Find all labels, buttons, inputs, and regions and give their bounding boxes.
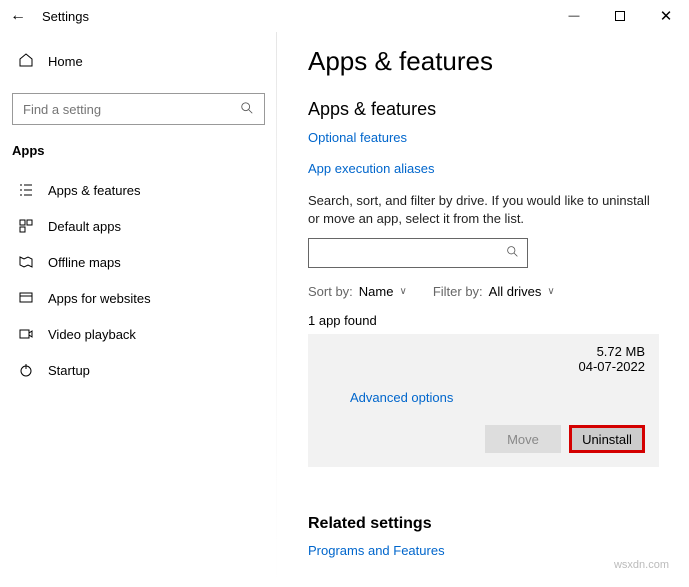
search-icon	[240, 101, 254, 118]
related-settings-title: Related settings	[308, 515, 659, 533]
sidebar-item-label: Apps for websites	[48, 291, 151, 306]
sidebar-item-video-playback[interactable]: Video playback	[8, 316, 269, 352]
link-programs-features[interactable]: Programs and Features	[308, 543, 659, 558]
list-icon	[18, 182, 34, 198]
chevron-down-icon: ∨	[547, 286, 554, 297]
sidebar-item-startup[interactable]: Startup	[8, 352, 269, 388]
app-search-input[interactable]	[317, 246, 506, 261]
section-title: Apps & features	[308, 99, 659, 120]
sidebar-item-apps-features[interactable]: Apps & features	[8, 172, 269, 208]
titlebar: ← Settings ― ✕	[0, 0, 689, 32]
sidebar-item-apps-websites[interactable]: Apps for websites	[8, 280, 269, 316]
app-button-row: Move Uninstall	[322, 425, 645, 453]
sidebar-section-label: Apps	[8, 143, 269, 172]
uninstall-button[interactable]: Uninstall	[569, 425, 645, 453]
minimize-button[interactable]: ―	[551, 0, 597, 32]
filter-label: Filter by:	[433, 284, 483, 299]
sidebar-search-input[interactable]	[23, 102, 240, 117]
sort-by-dropdown[interactable]: Sort by: Name ∨	[308, 284, 407, 299]
sidebar-item-label: Video playback	[48, 327, 136, 342]
page-title: Apps & features	[308, 46, 659, 77]
related-settings: Related settings Programs and Features	[308, 515, 659, 558]
link-advanced-options[interactable]: Advanced options	[350, 390, 453, 405]
sidebar-item-label: Offline maps	[48, 255, 121, 270]
maximize-button[interactable]	[597, 0, 643, 32]
sidebar-item-label: Default apps	[48, 219, 121, 234]
description-text: Search, sort, and filter by drive. If yo…	[308, 192, 659, 228]
sidebar-item-label: Apps & features	[48, 183, 141, 198]
app-meta: 5.72 MB 04-07-2022	[579, 344, 646, 374]
app-card-meta-row: 5.72 MB 04-07-2022	[322, 344, 645, 374]
link-app-execution-aliases[interactable]: App execution aliases	[308, 161, 659, 176]
sidebar-home[interactable]: Home	[8, 44, 269, 79]
close-button[interactable]: ✕	[643, 0, 689, 32]
titlebar-left: ← Settings	[10, 7, 89, 25]
sort-value: Name	[359, 284, 394, 299]
sidebar-item-default-apps[interactable]: Default apps	[8, 208, 269, 244]
apps-websites-icon	[18, 290, 34, 306]
window-title: Settings	[42, 9, 89, 24]
move-button[interactable]: Move	[485, 425, 561, 453]
app-search[interactable]	[308, 238, 528, 268]
window-controls: ― ✕	[551, 0, 689, 32]
startup-icon	[18, 362, 34, 378]
app-size: 5.72 MB	[579, 344, 646, 359]
apps-found-count: 1 app found	[308, 313, 659, 328]
filter-by-dropdown[interactable]: Filter by: All drives ∨	[433, 284, 555, 299]
home-icon	[18, 52, 34, 71]
watermark: wsxdn.com	[614, 559, 669, 571]
default-apps-icon	[18, 218, 34, 234]
map-icon	[18, 254, 34, 270]
sidebar-item-offline-maps[interactable]: Offline maps	[8, 244, 269, 280]
main-content: Apps & features Apps & features Optional…	[278, 32, 689, 587]
sidebar: Home Apps Apps & features Default apps	[0, 32, 278, 587]
back-arrow-icon[interactable]: ←	[10, 7, 26, 25]
sidebar-item-label: Startup	[48, 363, 90, 378]
sort-label: Sort by:	[308, 284, 353, 299]
app-card[interactable]: 5.72 MB 04-07-2022 Advanced options Move…	[308, 334, 659, 467]
search-icon	[506, 245, 519, 261]
filter-value: All drives	[489, 284, 542, 299]
sidebar-home-label: Home	[48, 54, 83, 69]
sidebar-search[interactable]	[12, 93, 265, 125]
video-icon	[18, 326, 34, 342]
chevron-down-icon: ∨	[399, 286, 406, 297]
link-optional-features[interactable]: Optional features	[308, 130, 659, 145]
app-date: 04-07-2022	[579, 359, 646, 374]
sort-filter-row: Sort by: Name ∨ Filter by: All drives ∨	[308, 284, 659, 299]
